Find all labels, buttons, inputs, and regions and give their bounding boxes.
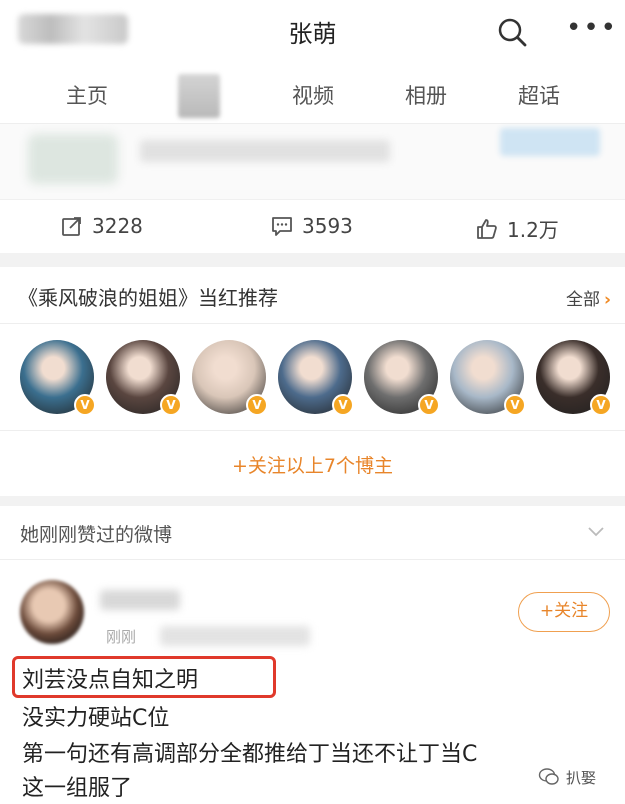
follow-all-label: +关注以上7个博主 (231, 455, 393, 477)
tab-video[interactable]: 视频 (292, 80, 334, 110)
post-source (160, 626, 310, 646)
more-icon[interactable]: ••• (566, 15, 616, 44)
recommended-user-avatar[interactable]: V (278, 340, 354, 416)
blurred-text (140, 140, 390, 162)
page-title: 张萌 (288, 20, 337, 48)
like-stat[interactable]: 1.2万 (475, 214, 559, 243)
verified-badge-icon: V (504, 394, 526, 416)
tab-supertopic[interactable]: 超话 (518, 80, 560, 110)
verified-badge-icon: V (74, 394, 96, 416)
verified-badge-icon: V (590, 394, 612, 416)
divider (0, 253, 625, 267)
repost-icon (62, 217, 81, 236)
recommended-user-avatar[interactable]: V (536, 340, 612, 416)
comment-icon (272, 217, 292, 236)
post-text-line: 这一组服了 (22, 776, 133, 801)
comment-count: 3593 (302, 214, 353, 238)
recommended-user-avatar[interactable]: V (106, 340, 182, 416)
verified-badge-icon: V (418, 394, 440, 416)
avatar[interactable] (20, 580, 84, 644)
search-icon[interactable] (496, 16, 528, 48)
liked-post: 刚刚 +关注 刘芸没点自知之明 没实力硬站C位 第一句还有高调部分全都推给丁当还… (0, 560, 625, 804)
verified-badge-icon: V (332, 394, 354, 416)
top-bar: 张萌 ••• (0, 0, 625, 62)
view-all-link[interactable]: 全部 › (566, 285, 611, 310)
post-text-line: 没实力硬站C位 (22, 706, 170, 731)
recommended-users: VVVVVVV (0, 324, 625, 430)
verified-badge-icon: V (160, 394, 182, 416)
chevron-right-icon: › (603, 290, 611, 310)
repost-stat[interactable]: 3228 (60, 214, 143, 238)
repost-count: 3228 (92, 214, 143, 238)
divider (0, 496, 625, 506)
post-author-name[interactable] (100, 590, 180, 610)
liked-posts-header[interactable]: 她刚刚赞过的微博 (0, 506, 625, 560)
watermark-text: 扒娶 (566, 768, 597, 787)
thumbs-up-icon (477, 218, 497, 239)
verified-badge-icon: V (246, 394, 268, 416)
profile-tabs: 主页 视频 相册 超话 (0, 62, 625, 124)
recommend-header: 《乘风破浪的姐姐》当红推荐 全部 › (0, 268, 625, 324)
like-count: 1.2万 (507, 218, 559, 242)
recommended-user-avatar[interactable]: V (20, 340, 96, 416)
tab-home[interactable]: 主页 (66, 80, 108, 110)
recommend-title: 《乘风破浪的姐姐》当红推荐 (18, 286, 278, 310)
follow-all-button[interactable]: +关注以上7个博主 (0, 430, 625, 496)
follow-button[interactable]: +关注 (518, 592, 610, 632)
post-time: 刚刚 (106, 628, 137, 646)
view-all-label: 全部 (565, 290, 600, 310)
recommended-user-avatar[interactable]: V (364, 340, 440, 416)
post-text-line: 第一句还有高调部分全都推给丁当还不让丁当C (22, 742, 478, 767)
wechat-icon (538, 768, 559, 785)
recommended-user-avatar[interactable]: V (192, 340, 268, 416)
chevron-down-icon (588, 527, 604, 537)
blurred-image (28, 134, 118, 184)
profile-info (0, 124, 625, 199)
recommended-user-avatar[interactable]: V (450, 340, 526, 416)
post-text-line: 刘芸没点自知之明 (22, 668, 199, 693)
post-stats: 3228 3593 1.2万 (0, 199, 625, 253)
watermark: 扒娶 (538, 766, 596, 788)
comment-stat[interactable]: 3593 (270, 214, 353, 238)
tab-album[interactable]: 相册 (405, 80, 447, 110)
liked-posts-title: 她刚刚赞过的微博 (20, 524, 173, 546)
blurred-button (500, 128, 600, 156)
tab-weibo[interactable] (178, 74, 220, 118)
